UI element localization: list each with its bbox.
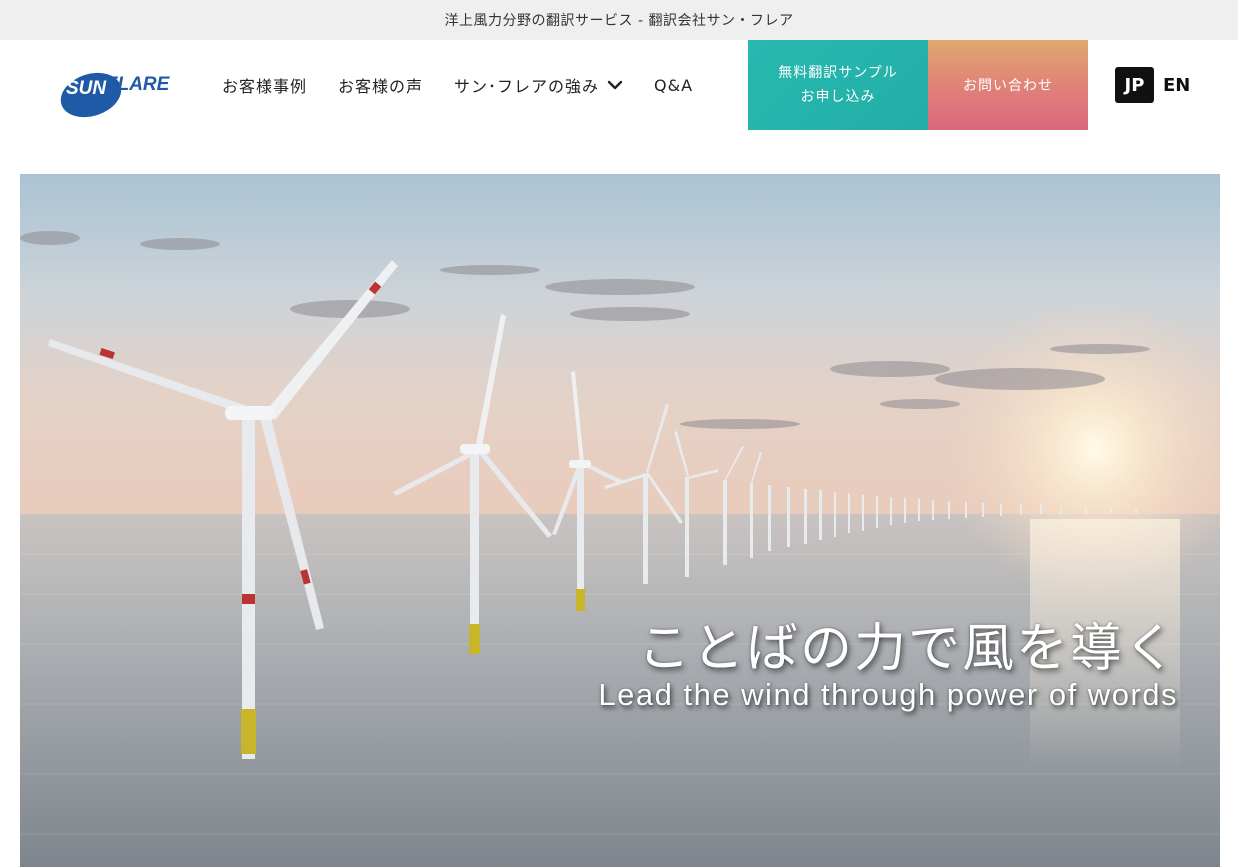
free-sample-button[interactable]: 無料翻訳サンプル お申し込み bbox=[748, 40, 928, 130]
lang-jp-button[interactable]: JP bbox=[1115, 67, 1154, 103]
site-header: SUN FLARE お客様事例 お客様の声 サン･フレアの強み Q&A 無料翻訳… bbox=[0, 40, 1238, 132]
main-nav: お客様事例 お客様の声 サン･フレアの強み Q&A bbox=[222, 40, 724, 130]
nav-item-label: お客様の声 bbox=[338, 77, 424, 96]
hero-banner: ことばの力で風を導く Lead the wind through power o… bbox=[20, 174, 1220, 867]
announcement-bar: 洋上風力分野の翻訳サービス - 翻訳会社サン・フレア bbox=[0, 0, 1238, 40]
nav-item-label: サン･フレアの強み bbox=[454, 77, 600, 96]
svg-text:SUN: SUN bbox=[66, 78, 107, 99]
free-sample-label-line1: 無料翻訳サンプル bbox=[778, 65, 898, 81]
free-sample-label-line2: お申し込み bbox=[800, 89, 876, 105]
nav-item-label: お客様事例 bbox=[222, 77, 308, 96]
contact-label: お問い合わせ bbox=[963, 78, 1053, 94]
nav-item-testimonials[interactable]: お客様の声 bbox=[338, 73, 423, 97]
hero-wind-farm-image bbox=[20, 174, 1220, 867]
sunflare-logo[interactable]: SUN FLARE bbox=[58, 62, 182, 120]
chevron-down-icon bbox=[607, 80, 623, 90]
nav-item-qa[interactable]: Q&A bbox=[654, 76, 693, 95]
logo-mark: SUN FLARE bbox=[60, 72, 171, 118]
nav-item-label: Q&A bbox=[654, 75, 694, 95]
lang-en-button[interactable]: EN bbox=[1163, 75, 1190, 96]
language-switcher: JP EN bbox=[1115, 67, 1190, 103]
nav-item-strengths[interactable]: サン･フレアの強み bbox=[454, 73, 623, 97]
svg-text:FLARE: FLARE bbox=[106, 74, 171, 95]
contact-button[interactable]: お問い合わせ bbox=[928, 40, 1088, 130]
announcement-text: 洋上風力分野の翻訳サービス - 翻訳会社サン・フレア bbox=[444, 13, 794, 29]
nav-item-case-studies[interactable]: お客様事例 bbox=[222, 73, 307, 97]
hero-tagline-en: Lead the wind through power of words bbox=[598, 677, 1178, 712]
hero-tagline-jp: ことばの力で風を導く bbox=[637, 619, 1178, 679]
